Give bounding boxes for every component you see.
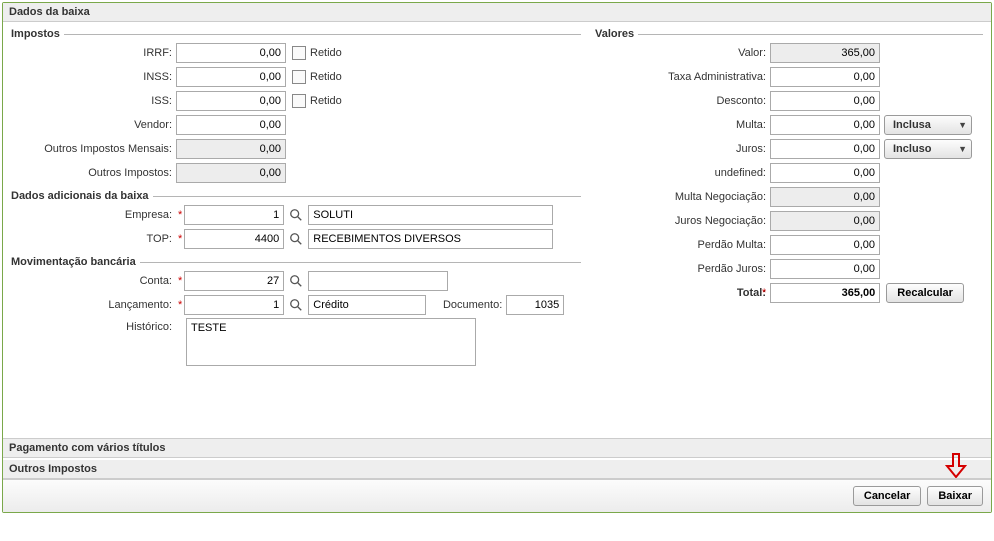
irrf-label: IRRF: xyxy=(11,47,176,59)
vendor-input[interactable] xyxy=(176,115,286,135)
lanc-lookup-icon[interactable] xyxy=(286,295,306,315)
juros-dropdown-label: Incluso xyxy=(893,143,932,155)
empresa-label: Empresa: xyxy=(11,209,176,221)
lanc-label: Lançamento: xyxy=(11,299,176,311)
conta-label: Conta: xyxy=(11,275,176,287)
oim-input xyxy=(176,139,286,159)
conta-code-input[interactable] xyxy=(184,271,284,291)
iss-retido-label: Retido xyxy=(310,95,342,107)
conta-lookup-icon[interactable] xyxy=(286,271,306,291)
required-marker: * xyxy=(176,299,184,311)
vendor-label: Vendor: xyxy=(11,119,176,131)
inss-retido-label: Retido xyxy=(310,71,342,83)
impostos-legend: Impostos xyxy=(11,28,64,40)
juros-label: Juros: xyxy=(595,143,770,155)
conta-desc-input[interactable] xyxy=(308,271,448,291)
oi-label: Outros Impostos: xyxy=(11,167,176,179)
dados-baixa-panel: Dados da baixa Impostos IRRF: Retido xyxy=(2,2,992,513)
impostos-fieldset: Impostos IRRF: Retido INSS: xyxy=(11,28,581,186)
dados-adicionais-fieldset: Dados adicionais da baixa Empresa: * TOP… xyxy=(11,190,581,252)
juros-dropdown[interactable]: Incluso ▼ xyxy=(884,139,972,159)
inss-label: INSS: xyxy=(11,71,176,83)
valor-label: Valor: xyxy=(595,47,770,59)
jneg-label: Juros Negociação: xyxy=(595,215,770,227)
taxa-input[interactable] xyxy=(770,67,880,87)
inss-retido-checkbox[interactable] xyxy=(292,70,306,84)
iss-input[interactable] xyxy=(176,91,286,111)
pjuros-label: Perdão Juros: xyxy=(595,263,770,275)
oi-input xyxy=(176,163,286,183)
pjuros-input[interactable] xyxy=(770,259,880,279)
top-lookup-icon[interactable] xyxy=(286,229,306,249)
mneg-input xyxy=(770,187,880,207)
multa-dropdown-label: Inclusa xyxy=(893,119,931,131)
lanc-desc-input[interactable] xyxy=(308,295,426,315)
total-input[interactable] xyxy=(770,283,880,303)
irrf-input[interactable] xyxy=(176,43,286,63)
valores-legend: Valores xyxy=(595,28,638,40)
cancelar-button[interactable]: Cancelar xyxy=(853,486,921,506)
inss-input[interactable] xyxy=(176,67,286,87)
documento-input[interactable] xyxy=(506,295,564,315)
chevron-down-icon: ▼ xyxy=(958,144,967,154)
undef-label: undefined: xyxy=(595,167,770,179)
section-outros-impostos[interactable]: Outros Impostos xyxy=(3,460,991,479)
empresa-desc-input[interactable] xyxy=(308,205,553,225)
empresa-code-input[interactable] xyxy=(184,205,284,225)
multa-input[interactable] xyxy=(770,115,880,135)
lanc-code-input[interactable] xyxy=(184,295,284,315)
chevron-down-icon: ▼ xyxy=(958,120,967,130)
panel-body: Impostos IRRF: Retido INSS: xyxy=(3,22,991,436)
iss-label: ISS: xyxy=(11,95,176,107)
section-pagamento[interactable]: Pagamento com vários títulos xyxy=(3,438,991,458)
empresa-lookup-icon[interactable] xyxy=(286,205,306,225)
dados-adicionais-legend: Dados adicionais da baixa xyxy=(11,190,153,202)
valor-input xyxy=(770,43,880,63)
documento-label: Documento: xyxy=(426,299,506,311)
desconto-label: Desconto: xyxy=(595,95,770,107)
iss-retido-checkbox[interactable] xyxy=(292,94,306,108)
taxa-label: Taxa Administrativa: xyxy=(595,71,770,83)
multa-label: Multa: xyxy=(595,119,770,131)
mneg-label: Multa Negociação: xyxy=(595,191,770,203)
multa-dropdown[interactable]: Inclusa ▼ xyxy=(884,115,972,135)
undef-input[interactable] xyxy=(770,163,880,183)
footer: Cancelar Baixar xyxy=(3,479,991,512)
historico-textarea[interactable]: TESTE xyxy=(186,318,476,366)
pmulta-label: Perdão Multa: xyxy=(595,239,770,251)
desconto-input[interactable] xyxy=(770,91,880,111)
mov-bancaria-legend: Movimentação bancária xyxy=(11,256,140,268)
mov-bancaria-fieldset: Movimentação bancária Conta: * Lançament… xyxy=(11,256,581,368)
required-marker: * xyxy=(176,275,184,287)
top-code-input[interactable] xyxy=(184,229,284,249)
required-marker: * xyxy=(176,233,184,245)
top-label: TOP: xyxy=(11,233,176,245)
juros-input[interactable] xyxy=(770,139,880,159)
top-desc-input[interactable] xyxy=(308,229,553,249)
historico-label: Histórico: xyxy=(11,318,176,333)
recalcular-button[interactable]: Recalcular xyxy=(886,283,964,303)
oim-label: Outros Impostos Mensais: xyxy=(11,143,176,155)
valores-fieldset: Valores Valor: Taxa Administrativa: Desc… xyxy=(595,28,983,306)
required-marker: * xyxy=(760,287,768,299)
panel-title: Dados da baixa xyxy=(3,3,991,22)
total-label: Total: xyxy=(595,287,770,299)
pmulta-input[interactable] xyxy=(770,235,880,255)
irrf-retido-label: Retido xyxy=(310,47,342,59)
baixar-button[interactable]: Baixar xyxy=(927,486,983,506)
required-marker: * xyxy=(176,209,184,221)
irrf-retido-checkbox[interactable] xyxy=(292,46,306,60)
jneg-input xyxy=(770,211,880,231)
